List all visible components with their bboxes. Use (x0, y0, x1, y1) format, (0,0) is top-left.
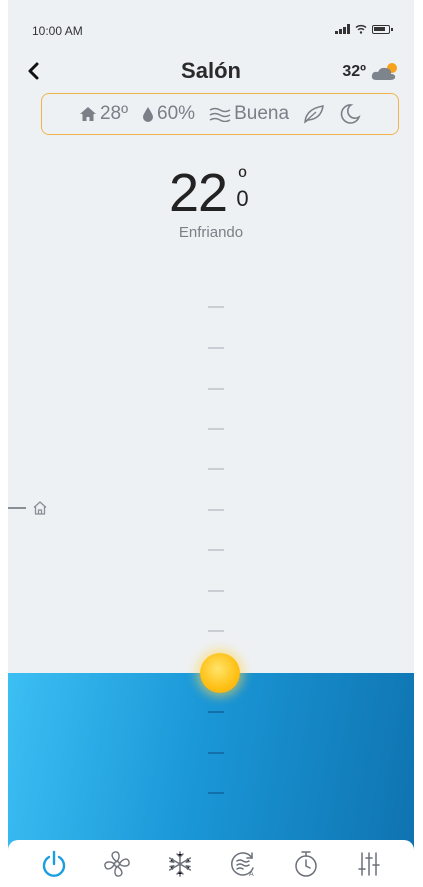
scale-tick (208, 792, 224, 794)
status-time: 10:00 AM (32, 24, 83, 38)
scale-tick (208, 428, 224, 430)
air-quality: Buena (234, 103, 290, 124)
setpoint-display: 22 º 0 Enfriando (8, 162, 414, 241)
cooling-level-fill (8, 673, 414, 853)
setpoint-value: 22 º 0 (169, 162, 253, 224)
scale-tick (208, 509, 224, 511)
fan-icon (103, 850, 130, 877)
humidity-item: 60% (142, 103, 195, 125)
status-bar: 10:00 AM (32, 22, 393, 42)
auto-airflow-button[interactable]: A (225, 846, 261, 882)
leaf-icon[interactable] (303, 104, 325, 124)
snowflake-icon (168, 850, 191, 877)
outdoor-temp: 32º (342, 63, 366, 80)
scale-tick (208, 630, 224, 632)
indoor-temp-item: 28º (79, 103, 128, 125)
home-temp-marker (8, 500, 48, 516)
humidity: 60% (157, 103, 196, 124)
mode-status: Enfriando (178, 224, 244, 241)
thermostat-screen: 10:00 AM Salón 32º 28º 60% Buena 22 º 0 … (8, 0, 414, 887)
scale-tick (208, 590, 224, 592)
setpoint-unit: º 0 (231, 166, 253, 210)
settings-sliders-icon (357, 851, 380, 876)
info-bar: 28º 60% Buena (41, 93, 399, 135)
air-waves-icon (209, 107, 231, 122)
air-quality-item: Buena (209, 103, 289, 125)
auto-airflow-icon: A (230, 851, 254, 878)
marker-line (8, 507, 26, 509)
indoor-temp: 28º (99, 103, 129, 124)
moon-icon[interactable] (339, 103, 361, 125)
scale-tick (208, 306, 224, 308)
scale-tick (208, 549, 224, 551)
power-button[interactable] (36, 846, 72, 882)
bottom-nav: A (8, 840, 414, 887)
battery-icon (372, 24, 393, 34)
power-icon (42, 850, 65, 877)
cool-mode-button[interactable] (162, 846, 198, 882)
wifi-icon (355, 24, 367, 34)
svg-text:A: A (249, 871, 254, 878)
home-icon (79, 107, 96, 121)
header: Salón 32º (8, 56, 414, 90)
scale-tick (208, 468, 224, 470)
outdoor-weather: 32º (342, 62, 400, 82)
fan-button[interactable] (99, 846, 135, 882)
scale-tick (208, 388, 224, 390)
home-icon (33, 501, 47, 515)
droplet-icon (143, 107, 154, 122)
settings-button[interactable] (351, 846, 387, 882)
setpoint-decimal: 0 (236, 186, 248, 211)
status-icons (335, 24, 393, 34)
temperature-slider-handle[interactable] (200, 653, 240, 693)
scale-tick (208, 752, 224, 754)
scale-tick (208, 711, 224, 713)
timer-button[interactable] (288, 846, 324, 882)
cloud-sun-icon (371, 63, 397, 80)
scale-tick (208, 347, 224, 349)
signal-icon (335, 24, 350, 34)
setpoint-number: 22 (168, 163, 228, 223)
timer-icon (294, 850, 317, 877)
